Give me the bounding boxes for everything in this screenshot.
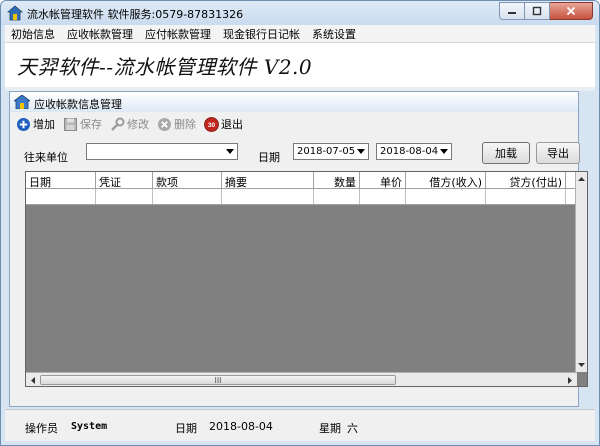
table-cell[interactable] bbox=[360, 189, 406, 204]
vertical-scrollbar[interactable] bbox=[575, 172, 587, 372]
column-header-summary[interactable]: 摘要 bbox=[222, 172, 314, 189]
export-button[interactable]: 导出 bbox=[536, 142, 580, 164]
app-icon bbox=[7, 5, 23, 21]
exit-button[interactable]: 30 退出 bbox=[204, 116, 243, 132]
weekday-label: 星期 bbox=[319, 422, 341, 435]
scroll-up-icon[interactable] bbox=[576, 173, 587, 185]
edit-label: 修改 bbox=[127, 118, 149, 131]
column-header-debit[interactable]: 借方(收入) bbox=[406, 172, 486, 189]
delete-label: 删除 bbox=[174, 118, 196, 131]
toolbar: 增加 保存 修改 删除 30 退出 bbox=[10, 114, 243, 134]
receivables-window: 应收帐款信息管理 增加 保存 修改 删除 30 退出 往来单位 日期 2018-… bbox=[9, 91, 588, 407]
table-cell[interactable] bbox=[26, 189, 96, 204]
grid-header: 日期 凭证 款项 摘要 数量 单价 借方(收入) 贷方(付出) bbox=[26, 172, 576, 189]
title-bar: 流水帐管理软件 软件服务:0579-87831326 bbox=[1, 1, 599, 25]
table-cell[interactable] bbox=[96, 189, 153, 204]
column-header-quantity[interactable]: 数量 bbox=[314, 172, 360, 189]
ledger-grid[interactable]: 日期 凭证 款项 摘要 数量 单价 借方(收入) 贷方(付出) III bbox=[25, 171, 588, 387]
chevron-down-icon bbox=[437, 145, 450, 158]
main-window: 流水帐管理软件 软件服务:0579-87831326 初始信息 应收帐款管理 应… bbox=[0, 0, 600, 446]
save-button[interactable]: 保存 bbox=[63, 116, 102, 132]
chevron-down-icon bbox=[354, 145, 367, 158]
date-from-picker[interactable]: 2018-07-05 bbox=[293, 143, 369, 160]
banner-title: 天羿软件--流水帐管理软件 V2.0 bbox=[17, 55, 313, 79]
menu-receivables[interactable]: 应收帐款管理 bbox=[61, 26, 139, 42]
exit-badge: 30 bbox=[208, 122, 216, 129]
add-button[interactable]: 增加 bbox=[16, 116, 55, 132]
menu-bar: 初始信息 应收帐款管理 应付帐款管理 现金银行日记帐 系统设置 bbox=[5, 25, 595, 43]
date-from-value: 2018-07-05 bbox=[297, 146, 356, 157]
company-select[interactable] bbox=[86, 143, 238, 160]
save-label: 保存 bbox=[80, 118, 102, 131]
table-cell[interactable] bbox=[314, 189, 360, 204]
child-window-title: 应收帐款信息管理 bbox=[34, 98, 122, 111]
chevron-down-icon bbox=[223, 145, 236, 158]
load-button[interactable]: 加载 bbox=[482, 142, 530, 164]
company-label: 往来单位 bbox=[24, 151, 68, 164]
scroll-left-icon[interactable] bbox=[27, 374, 39, 386]
scroll-thumb[interactable]: III bbox=[40, 375, 396, 385]
horizontal-scrollbar[interactable]: III bbox=[26, 372, 577, 386]
window-controls bbox=[499, 2, 593, 20]
column-header-date[interactable]: 日期 bbox=[26, 172, 96, 189]
table-cell[interactable] bbox=[153, 189, 222, 204]
menu-initial-info[interactable]: 初始信息 bbox=[5, 26, 61, 42]
table-row[interactable] bbox=[26, 189, 576, 205]
close-button[interactable] bbox=[550, 2, 593, 20]
weekday-value: 六 bbox=[347, 422, 358, 435]
save-icon bbox=[64, 117, 77, 131]
date-to-picker[interactable]: 2018-08-04 bbox=[376, 143, 452, 160]
delete-icon bbox=[158, 117, 171, 131]
exit-label: 退出 bbox=[221, 118, 243, 131]
column-header-credit[interactable]: 贷方(付出) bbox=[486, 172, 566, 189]
minimize-icon bbox=[508, 12, 516, 14]
add-label: 增加 bbox=[33, 118, 55, 131]
maximize-button[interactable] bbox=[525, 2, 550, 20]
minimize-button[interactable] bbox=[499, 2, 525, 20]
status-bar: 操作员 System 日期 2018-08-04 星期 六 bbox=[5, 409, 595, 441]
table-cell[interactable] bbox=[486, 189, 566, 204]
close-icon bbox=[566, 6, 576, 16]
scroll-right-icon[interactable] bbox=[564, 374, 576, 386]
column-header-item[interactable]: 款项 bbox=[153, 172, 222, 189]
date-to-value: 2018-08-04 bbox=[380, 146, 439, 157]
menu-system-settings[interactable]: 系统设置 bbox=[306, 26, 362, 42]
menu-cash-bank-journal[interactable]: 现金银行日记帐 bbox=[217, 26, 306, 42]
window-title: 流水帐管理软件 软件服务:0579-87831326 bbox=[27, 8, 244, 21]
child-title-bar: 应收帐款信息管理 bbox=[10, 92, 578, 112]
table-cell[interactable] bbox=[222, 189, 314, 204]
exit-icon: 30 bbox=[204, 116, 219, 132]
column-header-unit-price[interactable]: 单价 bbox=[360, 172, 406, 189]
edit-button[interactable]: 修改 bbox=[110, 116, 149, 132]
status-date-label: 日期 bbox=[175, 422, 197, 435]
add-icon bbox=[17, 117, 30, 131]
operator-label: 操作员 bbox=[25, 422, 58, 435]
menu-payables[interactable]: 应付帐款管理 bbox=[139, 26, 217, 42]
column-header-voucher[interactable]: 凭证 bbox=[96, 172, 153, 189]
status-date-value: 2018-08-04 bbox=[209, 420, 273, 433]
table-cell[interactable] bbox=[406, 189, 486, 204]
date-label: 日期 bbox=[258, 151, 280, 164]
scroll-down-icon[interactable] bbox=[576, 359, 587, 371]
edit-icon bbox=[111, 117, 125, 131]
operator-value: System bbox=[71, 421, 108, 432]
delete-button[interactable]: 删除 bbox=[157, 116, 196, 132]
scroll-grip: III bbox=[214, 375, 222, 385]
maximize-icon bbox=[532, 6, 542, 16]
app-banner: 天羿软件--流水帐管理软件 V2.0 bbox=[5, 43, 595, 87]
home-icon bbox=[14, 95, 30, 109]
